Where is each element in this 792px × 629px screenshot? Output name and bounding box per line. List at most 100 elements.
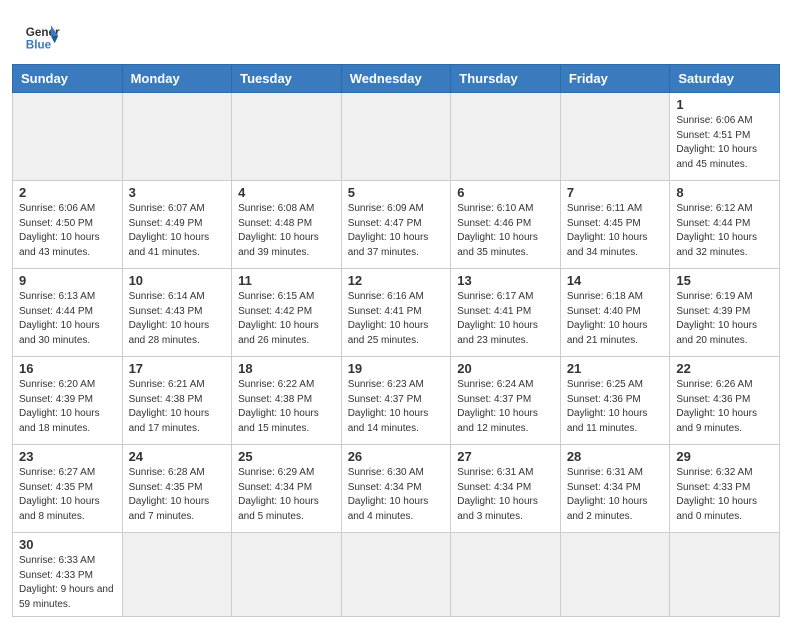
day-number: 12 bbox=[348, 273, 445, 288]
day-number: 7 bbox=[567, 185, 664, 200]
day-number: 1 bbox=[676, 97, 773, 112]
calendar-day-cell bbox=[122, 93, 232, 181]
day-info: Sunrise: 6:06 AMSunset: 4:50 PMDaylight:… bbox=[19, 202, 116, 260]
day-info: Sunrise: 6:08 AMSunset: 4:48 PMDaylight:… bbox=[238, 202, 335, 260]
day-info: Sunrise: 6:32 AMSunset: 4:33 PMDaylight:… bbox=[676, 466, 773, 524]
day-info: Sunrise: 6:18 AMSunset: 4:40 PMDaylight:… bbox=[567, 290, 664, 348]
col-thursday: Thursday bbox=[451, 65, 561, 93]
calendar-day-cell: 24 Sunrise: 6:28 AMSunset: 4:35 PMDayligh… bbox=[122, 445, 232, 533]
col-monday: Monday bbox=[122, 65, 232, 93]
day-number: 24 bbox=[129, 449, 226, 464]
day-info: Sunrise: 6:21 AMSunset: 4:38 PMDaylight:… bbox=[129, 378, 226, 436]
calendar-day-cell: 2 Sunrise: 6:06 AMSunset: 4:50 PMDaylight… bbox=[13, 181, 123, 269]
calendar-day-cell bbox=[232, 93, 342, 181]
day-info: Sunrise: 6:29 AMSunset: 4:34 PMDaylight:… bbox=[238, 466, 335, 524]
calendar-day-cell: 15Sunrise: 6:19 AMSunset: 4:39 PMDayligh… bbox=[670, 269, 780, 357]
day-number: 16 bbox=[19, 361, 116, 376]
day-number: 5 bbox=[348, 185, 445, 200]
calendar-day-cell bbox=[341, 533, 451, 617]
day-number: 30 bbox=[19, 537, 116, 552]
day-number: 23 bbox=[19, 449, 116, 464]
calendar-header-row: Sunday Monday Tuesday Wednesday Thursday… bbox=[13, 65, 780, 93]
day-number: 18 bbox=[238, 361, 335, 376]
col-sunday: Sunday bbox=[13, 65, 123, 93]
calendar-day-cell: 18 Sunrise: 6:22 AMSunset: 4:38 PMDayligh… bbox=[232, 357, 342, 445]
svg-text:Blue: Blue bbox=[26, 39, 52, 52]
day-info: Sunrise: 6:31 AMSunset: 4:34 PMDaylight:… bbox=[457, 466, 554, 524]
logo: General Blue bbox=[24, 18, 60, 54]
day-info: Sunrise: 6:27 AMSunset: 4:35 PMDaylight:… bbox=[19, 466, 116, 524]
calendar-week-row: 30 Sunrise: 6:33 AMSunset: 4:33 PMDayligh… bbox=[13, 533, 780, 617]
calendar-day-cell bbox=[232, 533, 342, 617]
calendar-day-cell: 27 Sunrise: 6:31 AMSunset: 4:34 PMDayligh… bbox=[451, 445, 561, 533]
day-info: Sunrise: 6:25 AMSunset: 4:36 PMDaylight:… bbox=[567, 378, 664, 436]
day-info: Sunrise: 6:26 AMSunset: 4:36 PMDaylight:… bbox=[676, 378, 773, 436]
calendar-day-cell: 5 Sunrise: 6:09 AMSunset: 4:47 PMDaylight… bbox=[341, 181, 451, 269]
day-info: Sunrise: 6:22 AMSunset: 4:38 PMDaylight:… bbox=[238, 378, 335, 436]
calendar-day-cell bbox=[560, 93, 670, 181]
calendar-day-cell bbox=[560, 533, 670, 617]
calendar-day-cell: 11Sunrise: 6:15 AMSunset: 4:42 PMDayligh… bbox=[232, 269, 342, 357]
calendar-day-cell: 17 Sunrise: 6:21 AMSunset: 4:38 PMDayligh… bbox=[122, 357, 232, 445]
day-info: Sunrise: 6:11 AMSunset: 4:45 PMDaylight:… bbox=[567, 202, 664, 260]
calendar-day-cell: 22 Sunrise: 6:26 AMSunset: 4:36 PMDayligh… bbox=[670, 357, 780, 445]
day-info: Sunrise: 6:16 AMSunset: 4:41 PMDaylight:… bbox=[348, 290, 445, 348]
day-info: Sunrise: 6:24 AMSunset: 4:37 PMDaylight:… bbox=[457, 378, 554, 436]
day-info: Sunrise: 6:09 AMSunset: 4:47 PMDaylight:… bbox=[348, 202, 445, 260]
calendar-week-row: 23 Sunrise: 6:27 AMSunset: 4:35 PMDayligh… bbox=[13, 445, 780, 533]
calendar-day-cell: 21Sunrise: 6:25 AMSunset: 4:36 PMDayligh… bbox=[560, 357, 670, 445]
calendar-day-cell: 28Sunrise: 6:31 AMSunset: 4:34 PMDayligh… bbox=[560, 445, 670, 533]
col-wednesday: Wednesday bbox=[341, 65, 451, 93]
calendar-container: Sunday Monday Tuesday Wednesday Thursday… bbox=[0, 64, 792, 629]
day-info: Sunrise: 6:31 AMSunset: 4:34 PMDaylight:… bbox=[567, 466, 664, 524]
calendar-day-cell: 26 Sunrise: 6:30 AMSunset: 4:34 PMDayligh… bbox=[341, 445, 451, 533]
calendar-week-row: 2 Sunrise: 6:06 AMSunset: 4:50 PMDaylight… bbox=[13, 181, 780, 269]
calendar-day-cell: 1 Sunrise: 6:06 AMSunset: 4:51 PMDaylight… bbox=[670, 93, 780, 181]
day-info: Sunrise: 6:19 AMSunset: 4:39 PMDaylight:… bbox=[676, 290, 773, 348]
calendar-day-cell: 12 Sunrise: 6:16 AMSunset: 4:41 PMDayligh… bbox=[341, 269, 451, 357]
day-number: 17 bbox=[129, 361, 226, 376]
day-number: 29 bbox=[676, 449, 773, 464]
day-info: Sunrise: 6:10 AMSunset: 4:46 PMDaylight:… bbox=[457, 202, 554, 260]
page-header: General Blue bbox=[0, 0, 792, 64]
day-number: 3 bbox=[129, 185, 226, 200]
col-tuesday: Tuesday bbox=[232, 65, 342, 93]
day-info: Sunrise: 6:28 AMSunset: 4:35 PMDaylight:… bbox=[129, 466, 226, 524]
col-saturday: Saturday bbox=[670, 65, 780, 93]
calendar-week-row: 16Sunrise: 6:20 AMSunset: 4:39 PMDayligh… bbox=[13, 357, 780, 445]
calendar-day-cell: 16Sunrise: 6:20 AMSunset: 4:39 PMDayligh… bbox=[13, 357, 123, 445]
calendar-day-cell bbox=[122, 533, 232, 617]
calendar-day-cell: 14Sunrise: 6:18 AMSunset: 4:40 PMDayligh… bbox=[560, 269, 670, 357]
day-info: Sunrise: 6:14 AMSunset: 4:43 PMDaylight:… bbox=[129, 290, 226, 348]
calendar-day-cell: 8Sunrise: 6:12 AMSunset: 4:44 PMDaylight… bbox=[670, 181, 780, 269]
day-info: Sunrise: 6:33 AMSunset: 4:33 PMDaylight:… bbox=[19, 554, 116, 612]
calendar-day-cell: 3 Sunrise: 6:07 AMSunset: 4:49 PMDaylight… bbox=[122, 181, 232, 269]
calendar-day-cell: 6 Sunrise: 6:10 AMSunset: 4:46 PMDaylight… bbox=[451, 181, 561, 269]
day-number: 22 bbox=[676, 361, 773, 376]
day-info: Sunrise: 6:06 AMSunset: 4:51 PMDaylight:… bbox=[676, 114, 773, 172]
calendar-day-cell: 30 Sunrise: 6:33 AMSunset: 4:33 PMDayligh… bbox=[13, 533, 123, 617]
calendar-day-cell: 19Sunrise: 6:23 AMSunset: 4:37 PMDayligh… bbox=[341, 357, 451, 445]
calendar-day-cell: 29 Sunrise: 6:32 AMSunset: 4:33 PMDayligh… bbox=[670, 445, 780, 533]
day-info: Sunrise: 6:15 AMSunset: 4:42 PMDaylight:… bbox=[238, 290, 335, 348]
day-number: 6 bbox=[457, 185, 554, 200]
day-number: 2 bbox=[19, 185, 116, 200]
calendar-day-cell: 20 Sunrise: 6:24 AMSunset: 4:37 PMDayligh… bbox=[451, 357, 561, 445]
day-info: Sunrise: 6:30 AMSunset: 4:34 PMDaylight:… bbox=[348, 466, 445, 524]
day-number: 10 bbox=[129, 273, 226, 288]
day-number: 20 bbox=[457, 361, 554, 376]
calendar-day-cell bbox=[670, 533, 780, 617]
day-info: Sunrise: 6:23 AMSunset: 4:37 PMDaylight:… bbox=[348, 378, 445, 436]
calendar-table: Sunday Monday Tuesday Wednesday Thursday… bbox=[12, 64, 780, 617]
day-info: Sunrise: 6:07 AMSunset: 4:49 PMDaylight:… bbox=[129, 202, 226, 260]
calendar-day-cell: 10 Sunrise: 6:14 AMSunset: 4:43 PMDayligh… bbox=[122, 269, 232, 357]
calendar-day-cell: 9Sunrise: 6:13 AMSunset: 4:44 PMDaylight… bbox=[13, 269, 123, 357]
day-number: 9 bbox=[19, 273, 116, 288]
calendar-day-cell: 4 Sunrise: 6:08 AMSunset: 4:48 PMDaylight… bbox=[232, 181, 342, 269]
day-number: 25 bbox=[238, 449, 335, 464]
day-number: 27 bbox=[457, 449, 554, 464]
col-friday: Friday bbox=[560, 65, 670, 93]
day-number: 8 bbox=[676, 185, 773, 200]
day-number: 4 bbox=[238, 185, 335, 200]
day-number: 26 bbox=[348, 449, 445, 464]
